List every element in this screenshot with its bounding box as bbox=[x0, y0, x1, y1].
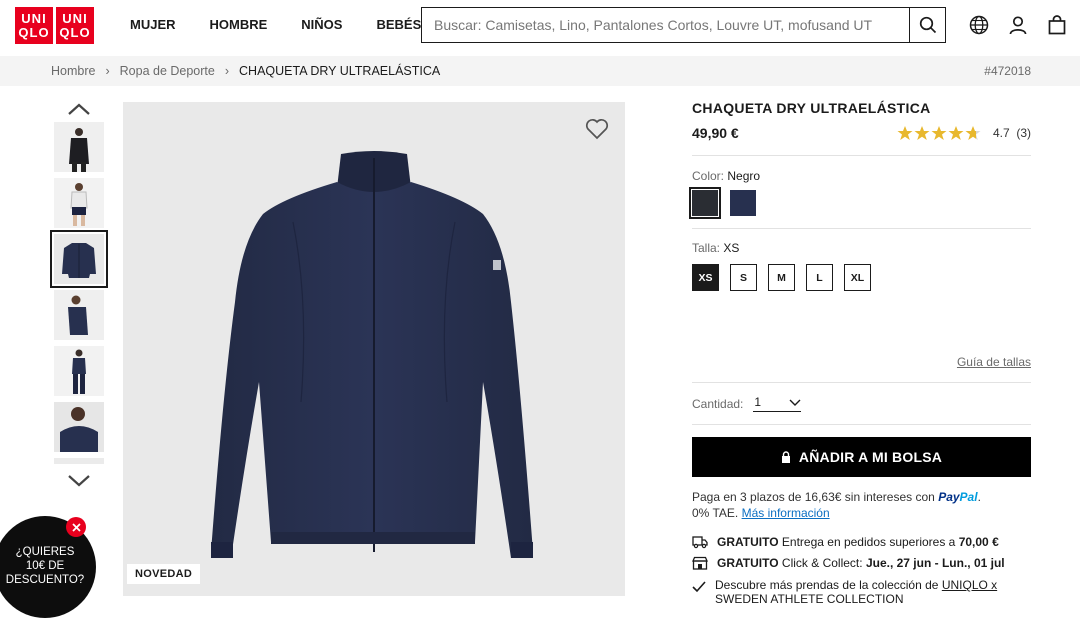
swatch-navy[interactable] bbox=[730, 190, 756, 216]
size-xs-selected[interactable]: XS bbox=[692, 264, 719, 291]
main-product-image[interactable]: NOVEDAD bbox=[123, 102, 625, 596]
new-badge: NOVEDAD bbox=[127, 564, 201, 584]
bag-icon[interactable] bbox=[1046, 14, 1068, 36]
swatch-black-selected[interactable] bbox=[689, 187, 721, 219]
close-icon bbox=[71, 522, 81, 532]
chevron-right-icon: › bbox=[105, 64, 110, 78]
size-options: XS S M L XL bbox=[692, 264, 1031, 291]
promo-close-button[interactable] bbox=[66, 517, 86, 537]
thumbnail-7[interactable] bbox=[54, 458, 104, 464]
truck-icon bbox=[692, 536, 708, 549]
product-details-panel: CHAQUETA DRY ULTRAELÁSTICA 49,90 € 4.7 (… bbox=[689, 100, 1031, 606]
collection-link[interactable]: UNIQLO x bbox=[942, 578, 997, 592]
nav-hombre[interactable]: HOMBRE bbox=[210, 17, 268, 32]
breadcrumb-hombre[interactable]: Hombre bbox=[51, 64, 95, 78]
thumbs-down-button[interactable] bbox=[51, 468, 107, 494]
logo-box-red: UNI QLO bbox=[15, 7, 53, 44]
uniqlo-logo[interactable]: UNI QLO UNI QLO bbox=[15, 7, 95, 44]
nav-bebes[interactable]: BEBÉS bbox=[376, 17, 421, 32]
paypal-logo: Pay bbox=[938, 490, 960, 504]
divider bbox=[692, 228, 1031, 229]
size-s[interactable]: S bbox=[730, 264, 757, 291]
search-button[interactable] bbox=[909, 8, 945, 42]
delivery-row-1: GRATUITO Entrega en pedidos superiores a… bbox=[692, 535, 1031, 549]
divider bbox=[692, 382, 1031, 383]
promo-line-2: 10€ DE bbox=[25, 560, 65, 572]
delivery-row-2: GRATUITO Click & Collect: Jue., 27 jun -… bbox=[692, 556, 1031, 570]
site-header: UNI QLO UNI QLO MUJER HOMBRE NIÑOS BEBÉS bbox=[0, 0, 1080, 56]
quantity-value: 1 bbox=[754, 395, 762, 409]
thumbnail-6[interactable] bbox=[54, 402, 104, 452]
lock-icon bbox=[781, 451, 790, 463]
chevron-down-icon bbox=[68, 475, 90, 487]
size-label: Talla: XS bbox=[692, 241, 740, 255]
search-icon bbox=[919, 16, 936, 34]
divider bbox=[692, 424, 1031, 425]
nav-mujer[interactable]: MUJER bbox=[130, 17, 176, 32]
main-nav: MUJER HOMBRE NIÑOS BEBÉS bbox=[130, 17, 421, 32]
thumbnail-3-selected[interactable] bbox=[50, 230, 108, 288]
product-price: 49,90 € bbox=[692, 125, 739, 141]
discount-promo[interactable]: ¿QUIERES 10€ DE DESCUENTO? bbox=[0, 516, 96, 618]
size-xl[interactable]: XL bbox=[844, 264, 871, 291]
header-icons bbox=[968, 14, 1068, 36]
breadcrumb-current: CHAQUETA DRY ULTRAELÁSTICA bbox=[239, 64, 441, 78]
price-row: 49,90 € 4.7 (3) bbox=[692, 125, 1031, 141]
thumbnail-5[interactable] bbox=[54, 346, 104, 396]
star-half-icon bbox=[965, 126, 981, 140]
chevron-up-icon bbox=[68, 103, 90, 115]
size-m[interactable]: M bbox=[768, 264, 795, 291]
size-value: XS bbox=[723, 241, 740, 255]
product-code: #472018 bbox=[984, 64, 1031, 78]
color-value: Negro bbox=[727, 169, 761, 183]
quantity-label: Cantidad: bbox=[692, 396, 744, 411]
promo-line-3: DESCUENTO? bbox=[5, 574, 85, 586]
divider bbox=[692, 155, 1031, 156]
rating[interactable]: 4.7 (3) bbox=[897, 125, 1031, 141]
quantity-row: Cantidad: 1 bbox=[692, 395, 1031, 412]
size-guide-link[interactable]: Guía de tallas bbox=[957, 355, 1031, 369]
star-icon bbox=[931, 126, 947, 140]
rating-value: 4.7 bbox=[992, 126, 1010, 140]
store-icon bbox=[692, 556, 708, 570]
thumbnail-list bbox=[50, 96, 108, 494]
size-guide-row: Guía de tallas bbox=[692, 353, 1031, 371]
size-l[interactable]: L bbox=[806, 264, 833, 291]
add-to-bag-label: AÑADIR A MI BOLSA bbox=[798, 449, 943, 465]
paypal-more-info-link[interactable]: Más información bbox=[742, 506, 830, 520]
product-title: CHAQUETA DRY ULTRAELÁSTICA bbox=[692, 100, 931, 116]
chevron-down-icon bbox=[789, 399, 801, 406]
color-swatches bbox=[689, 187, 1031, 219]
checkmark-icon bbox=[692, 581, 706, 593]
star-icon bbox=[948, 126, 964, 140]
color-label: Color: Negro bbox=[692, 169, 761, 183]
promo-line-1: ¿QUIERES bbox=[15, 546, 75, 558]
review-count: (3) bbox=[1016, 126, 1031, 140]
chevron-right-icon: › bbox=[224, 64, 230, 78]
heart-icon bbox=[585, 118, 609, 140]
star-icon bbox=[897, 126, 913, 140]
user-icon[interactable] bbox=[1007, 14, 1029, 36]
search-bar bbox=[421, 7, 946, 43]
search-input[interactable] bbox=[422, 8, 909, 42]
paypal-info: Paga en 3 plazos de 16,63€ sin intereses… bbox=[692, 490, 981, 520]
thumbnail-2[interactable] bbox=[54, 178, 104, 228]
jacket-image bbox=[211, 151, 533, 558]
breadcrumb-ropa-deporte[interactable]: Ropa de Deporte bbox=[120, 64, 215, 78]
star-rating-icons bbox=[897, 125, 981, 141]
globe-icon[interactable] bbox=[968, 14, 990, 36]
collection-row: Descubre más prendas de la colección de … bbox=[692, 578, 1031, 606]
nav-ninos[interactable]: NIÑOS bbox=[301, 17, 342, 32]
thumbnail-1[interactable] bbox=[54, 122, 104, 172]
thumbnail-4[interactable] bbox=[54, 290, 104, 340]
add-to-bag-button[interactable]: AÑADIR A MI BOLSA bbox=[692, 437, 1031, 477]
wishlist-heart-button[interactable] bbox=[585, 118, 609, 145]
logo-box-red-2: UNI QLO bbox=[56, 7, 94, 44]
quantity-select[interactable]: 1 bbox=[753, 395, 802, 412]
star-icon bbox=[914, 126, 930, 140]
breadcrumb: Hombre › Ropa de Deporte › CHAQUETA DRY … bbox=[0, 56, 1080, 86]
thumbs-up-button[interactable] bbox=[51, 96, 107, 122]
